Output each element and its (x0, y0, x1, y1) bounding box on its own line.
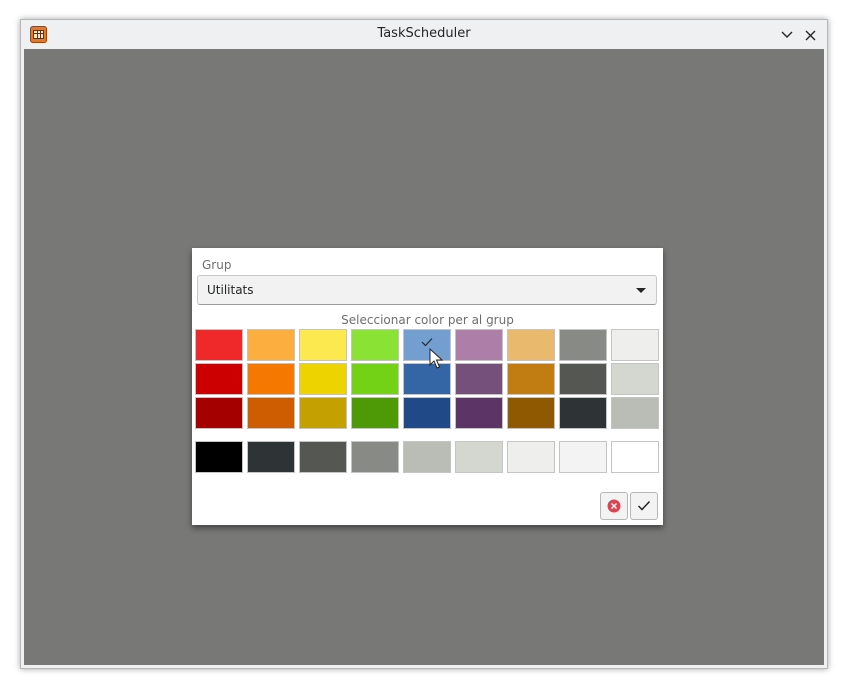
color-swatch[interactable] (611, 397, 659, 429)
color-swatch[interactable] (195, 329, 243, 361)
gray-swatch[interactable] (507, 441, 555, 473)
color-swatch[interactable] (195, 363, 243, 395)
main-content-area: Grup Utilitats Seleccionar color per al … (24, 49, 824, 665)
chevron-down-icon (781, 31, 793, 38)
color-swatch[interactable] (507, 397, 555, 429)
gray-swatch[interactable] (247, 441, 295, 473)
checkmark-icon (421, 338, 433, 347)
checkmark-icon (637, 500, 651, 511)
color-swatch[interactable] (611, 363, 659, 395)
minimize-button[interactable] (777, 25, 797, 45)
gray-swatch[interactable] (195, 441, 243, 473)
cancel-circle-icon (607, 499, 621, 513)
color-caption: Seleccionar color per al grup (341, 313, 514, 327)
color-swatch[interactable] (559, 363, 607, 395)
color-swatch[interactable] (559, 397, 607, 429)
close-icon (805, 30, 815, 40)
color-swatch[interactable] (403, 363, 451, 395)
color-swatch[interactable] (247, 363, 295, 395)
window-title: TaskScheduler (377, 26, 471, 41)
color-swatch[interactable] (559, 329, 607, 361)
color-swatch[interactable] (507, 363, 555, 395)
color-swatch[interactable] (403, 397, 451, 429)
color-swatch[interactable] (351, 329, 399, 361)
group-select-value: Utilitats (207, 283, 254, 297)
color-swatch[interactable] (247, 329, 295, 361)
color-swatch[interactable] (299, 397, 347, 429)
color-swatch[interactable] (351, 397, 399, 429)
color-swatch[interactable] (299, 329, 347, 361)
accept-button[interactable] (630, 492, 658, 520)
gray-swatch[interactable] (611, 441, 659, 473)
color-swatch[interactable] (195, 397, 243, 429)
title-bar[interactable]: TaskScheduler (21, 20, 827, 49)
color-swatch[interactable] (611, 329, 659, 361)
color-swatch[interactable] (455, 397, 503, 429)
gray-swatch[interactable] (403, 441, 451, 473)
gray-swatch[interactable] (351, 441, 399, 473)
color-swatch[interactable] (351, 363, 399, 395)
gray-swatch[interactable] (559, 441, 607, 473)
group-label: Grup (202, 258, 232, 272)
color-swatch-selected[interactable] (403, 329, 451, 361)
color-swatch[interactable] (455, 329, 503, 361)
color-palette (195, 329, 659, 429)
color-swatch[interactable] (507, 329, 555, 361)
main-window: TaskScheduler Grup Utilitats Seleccionar… (20, 19, 828, 669)
gray-swatch[interactable] (455, 441, 503, 473)
cancel-button[interactable] (600, 492, 628, 520)
group-color-dialog: Grup Utilitats Seleccionar color per al … (192, 248, 663, 525)
close-window-button[interactable] (800, 25, 820, 45)
color-swatch[interactable] (455, 363, 503, 395)
color-swatch[interactable] (299, 363, 347, 395)
color-swatch[interactable] (247, 397, 295, 429)
gray-swatch[interactable] (299, 441, 347, 473)
gray-palette (195, 441, 659, 473)
dropdown-arrow-icon (636, 288, 646, 293)
group-select[interactable]: Utilitats (197, 275, 657, 305)
